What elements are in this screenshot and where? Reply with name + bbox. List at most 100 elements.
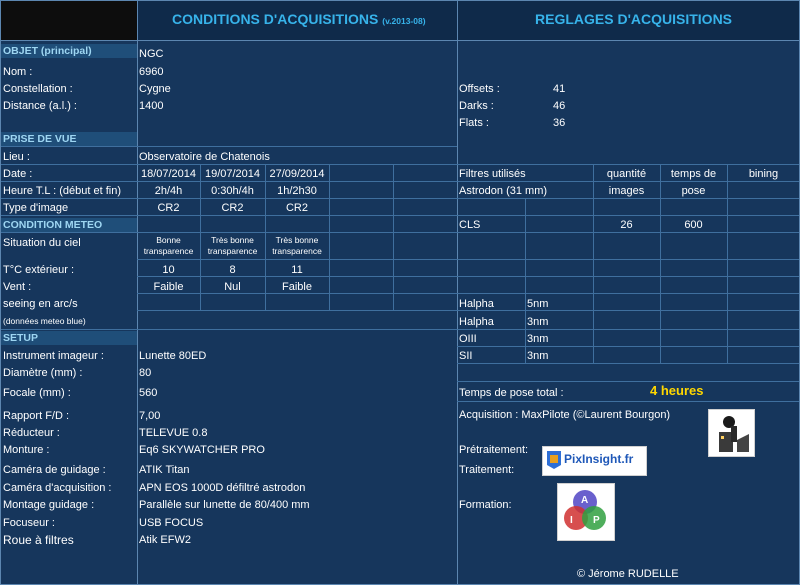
setup-value: Parallèle sur lunette de 80/400 mm [139, 499, 310, 511]
flats-label: Flats : [459, 117, 489, 129]
filtres-header: Filtres utilisés [459, 168, 526, 180]
api-letter-i: I [570, 515, 573, 526]
heure-cell: 1h/2h30 [277, 185, 317, 197]
quantite-header: quantité [606, 168, 647, 180]
heure-label: Heure T.L : (début et fin) [3, 185, 122, 197]
pose-header: pose [681, 185, 706, 197]
filter-name: SII [459, 350, 473, 362]
temp-label: T°C extérieur : [3, 264, 75, 276]
vent-cell: Nul [224, 281, 241, 293]
lieu-value: Observatoire de Chatenois [139, 151, 270, 163]
ciel-cell: Bonne transparence [143, 235, 194, 256]
date-label: Date : [3, 168, 33, 180]
nom-label: Nom : [3, 66, 33, 78]
setup-label: Montage guidage : [3, 499, 95, 511]
filter-name: OIII [459, 333, 477, 345]
setup-label: Focale (mm) : [3, 387, 71, 399]
setup-value: 80 [139, 367, 152, 379]
traitement-label: Traitement: [459, 464, 515, 476]
acquisition-text: Acquisition : MaxPilote (©Laurent Bourgo… [459, 409, 671, 421]
filter-band: 3nm [527, 316, 549, 328]
section-prise-de-vue: PRISE DE VUE [0, 132, 137, 146]
bining-header: bining [748, 168, 779, 180]
setup-value: 560 [139, 387, 158, 399]
ciel-label: Situation du ciel [3, 237, 81, 249]
type-label: Type d'image [3, 202, 69, 214]
setup-value: Eq6 SKYWATCHER PRO [139, 444, 265, 456]
setup-label: Focuseur : [3, 517, 55, 529]
setup-value: APN EOS 1000D défiltré astrodon [139, 482, 306, 494]
filter-name: Halpha [459, 316, 494, 328]
setup-value: Lunette 80ED [139, 350, 207, 362]
seeing-label: seeing en arc/s [3, 298, 78, 310]
type-cell: CR2 [157, 202, 180, 214]
heure-cell: 2h/4h [154, 185, 183, 197]
observatory-logo [708, 409, 755, 457]
distance-value: 1400 [139, 100, 164, 112]
version-label: (v.2013-08) [382, 16, 426, 26]
images-header: images [608, 185, 645, 197]
vent-label: Vent : [3, 281, 32, 293]
darks-value: 46 [553, 100, 566, 112]
left-header-label-cell [0, 0, 137, 40]
filter-band: 3nm [527, 333, 549, 345]
title-reglages: REGLAGES D'ACQUISITIONS [535, 11, 733, 27]
constellation-value: Cygne [139, 83, 171, 95]
date-cell: 19/07/2014 [204, 168, 261, 180]
setup-label: Instrument imageur : [3, 350, 104, 362]
title-conditions: CONDITIONS D'ACQUISITIONS (v.2013-08) [172, 11, 426, 27]
ciel-cell: Très bonne transparence [272, 235, 322, 256]
flats-value: 36 [553, 117, 566, 129]
pretraitement-label: Prétraitement: [459, 444, 529, 456]
offsets-value: 41 [553, 83, 566, 95]
setup-value: USB FOCUS [139, 517, 204, 529]
filter-quantity: 26 [620, 219, 633, 231]
api-letter-p: P [593, 515, 600, 526]
setup-value: TELEVUE 0.8 [139, 427, 208, 439]
setup-label: Diamètre (mm) : [3, 367, 83, 379]
setup-label: Caméra d'acquisition : [3, 482, 112, 494]
offsets-label: Offsets : [459, 83, 500, 95]
temp-cell: 8 [229, 264, 236, 276]
pixinsight-logo: PixInsight.fr [542, 446, 647, 476]
vent-cell: Faible [282, 281, 312, 293]
nom-value: 6960 [139, 66, 164, 78]
pixinsight-logo-text: PixInsight.fr [564, 452, 634, 466]
setup-label: Monture : [3, 444, 50, 456]
date-cell: 18/07/2014 [140, 168, 197, 180]
credit: © Jérome RUDELLE [577, 568, 679, 580]
formation-label: Formation: [459, 499, 512, 511]
darks-label: Darks : [459, 100, 494, 112]
setup-label: Réducteur : [3, 427, 60, 439]
vent-cell: Faible [153, 281, 184, 293]
temp-cell: 10 [162, 264, 175, 276]
setup-label: Rapport F/D : [3, 410, 70, 422]
filter-set: Astrodon (31 mm) [459, 185, 548, 197]
type-cell: CR2 [285, 202, 308, 214]
distance-label: Distance (a.l.) : [3, 100, 77, 112]
api-letter-a: A [581, 495, 589, 506]
filter-band: 3nm [527, 350, 549, 362]
lieu-label: Lieu : [3, 151, 30, 163]
setup-label: Roue à filtres [3, 533, 74, 547]
total-value: 4 heures [650, 383, 704, 398]
date-cell: 27/09/2014 [269, 168, 325, 180]
setup-label: Caméra de guidage : [3, 464, 106, 476]
filter-name: CLS [459, 219, 481, 231]
section-meteo: CONDITION METEO [0, 218, 137, 232]
constellation-label: Constellation : [3, 83, 73, 95]
type-cell: CR2 [221, 202, 244, 214]
temp-cell: 11 [291, 264, 303, 276]
setup-value: Atik EFW2 [139, 534, 191, 546]
temps-header: temps de [670, 168, 717, 180]
section-objet: OBJET (principal) [0, 44, 137, 58]
filter-pose: 600 [684, 219, 703, 231]
api-logo: A I P [557, 483, 615, 541]
catalog-value: NGC [139, 48, 164, 60]
meteo-source-note: (données meteo blue) [3, 316, 86, 326]
setup-value: ATIK Titan [139, 464, 190, 476]
total-label: Temps de pose total : [459, 387, 564, 399]
ciel-cell: Très bonne transparence [207, 235, 258, 256]
heure-cell: 0:30h/4h [211, 185, 254, 197]
filter-band: 5nm [527, 298, 549, 310]
